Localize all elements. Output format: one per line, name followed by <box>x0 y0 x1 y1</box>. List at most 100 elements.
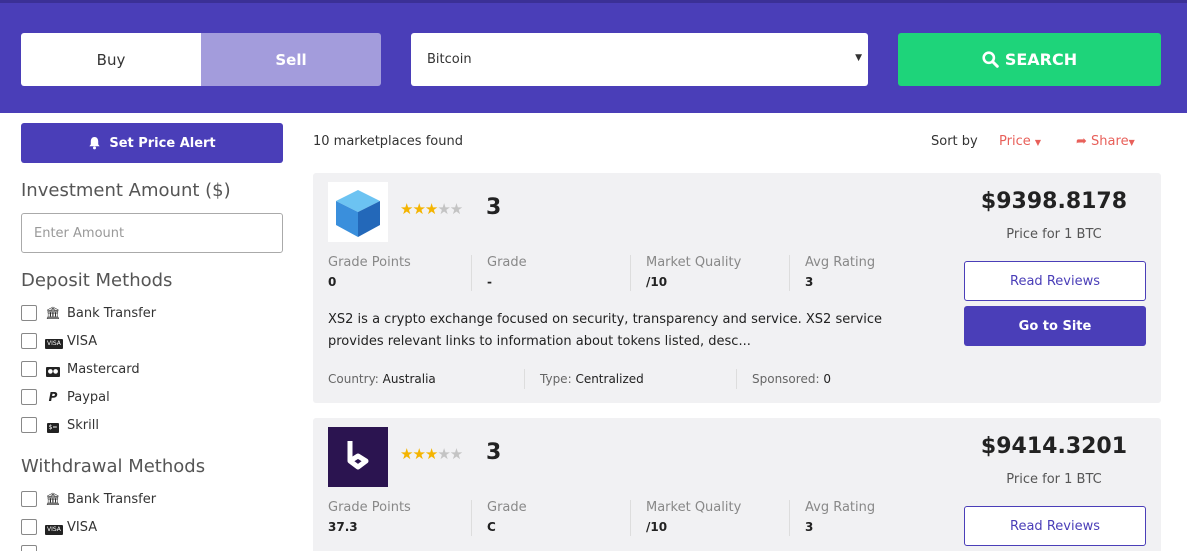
stat-value: /10 <box>646 275 668 289</box>
read-reviews-button[interactable]: Read Reviews <box>964 506 1146 546</box>
skrill-icon: $= <box>46 422 60 433</box>
grade: Grade - <box>487 255 527 289</box>
stat-value: /10 <box>646 520 668 534</box>
method-label: VISA <box>67 519 98 535</box>
checkbox[interactable] <box>21 305 37 321</box>
visa-card-icon: VISA <box>45 524 63 535</box>
deposit-bank-transfer[interactable]: 🏛 Bank Transfer <box>21 305 156 321</box>
investment-amount-title: Investment Amount ($) <box>21 180 231 201</box>
share-icon: ➦ <box>1076 134 1087 149</box>
method-label: Skrill <box>67 417 99 433</box>
avg-rating: Avg Rating 3 <box>805 255 875 289</box>
select-caret-icon: ▼ <box>855 53 862 63</box>
divider <box>789 255 790 291</box>
checkbox[interactable] <box>21 333 37 349</box>
stat-label: Market Quality <box>646 255 742 270</box>
stat-value: - <box>487 275 492 289</box>
deposit-visa[interactable]: VISA VISA <box>21 333 97 349</box>
stat-value: 3 <box>805 520 814 534</box>
set-price-alert-button[interactable]: Set Price Alert <box>21 123 283 163</box>
checkbox[interactable] <box>21 361 37 377</box>
withdrawal-visa[interactable]: VISA VISA <box>21 519 97 535</box>
sell-tab[interactable]: Sell <box>201 33 381 86</box>
caret-down-icon: ▼ <box>1128 138 1135 147</box>
bell-icon <box>89 136 100 150</box>
checkbox[interactable] <box>21 389 37 405</box>
price-unit: Price for 1 BTC <box>1006 227 1102 242</box>
meta-value: Australia <box>382 372 436 386</box>
search-icon <box>982 51 999 68</box>
rating-number: 3 <box>486 440 502 465</box>
sort-price-dropdown[interactable]: Price ▼ <box>999 134 1041 149</box>
checkbox[interactable] <box>21 519 37 535</box>
grade-points: Grade Points 0 <box>328 255 411 289</box>
stat-label: Avg Rating <box>805 500 876 515</box>
buy-tab[interactable]: Buy <box>21 33 201 86</box>
amount-input[interactable] <box>21 213 283 253</box>
divider <box>736 369 737 389</box>
search-button[interactable]: SEARCH <box>898 33 1161 86</box>
method-label: Bank Transfer <box>67 305 157 321</box>
country: Country: Australia <box>328 372 436 386</box>
star-rating: ★★★★★ <box>400 200 463 218</box>
exchange-logo <box>328 182 388 242</box>
checkbox[interactable] <box>21 417 37 433</box>
share-dropdown[interactable]: ➦ Share▼ <box>1076 134 1135 149</box>
sponsored: Sponsored: 0 <box>752 372 831 386</box>
checkbox[interactable] <box>21 491 37 507</box>
results-count: 10 marketplaces found <box>313 134 463 149</box>
type: Type: Centralized <box>540 372 644 386</box>
set-price-alert-label: Set Price Alert <box>109 135 216 151</box>
stat-value: C <box>487 520 496 534</box>
marketplace-card: ★★★★★ 3 Grade Points 0 Grade - Market Qu… <box>313 173 1161 403</box>
checkbox[interactable] <box>21 545 37 551</box>
sort-by-label: Sort by <box>931 134 978 149</box>
stat-value: 3 <box>805 275 814 289</box>
rating-number: 3 <box>486 195 502 220</box>
deposit-methods-title: Deposit Methods <box>21 270 173 291</box>
meta-label: Sponsored: <box>752 372 820 386</box>
top-search-bar: Buy Sell Bitcoin ▼ SEARCH <box>0 0 1187 113</box>
market-quality: Market Quality /10 <box>646 500 741 534</box>
meta-value: 0 <box>823 372 831 386</box>
go-to-site-button[interactable]: Go to Site <box>964 306 1146 346</box>
stat-value: 37.3 <box>328 520 358 534</box>
method-label: Mastercard <box>67 361 140 377</box>
coin-select[interactable]: Bitcoin ▼ <box>411 33 868 86</box>
grade: Grade C <box>487 500 527 534</box>
sort-value: Price <box>999 134 1031 149</box>
bank-icon: 🏛 <box>45 492 61 506</box>
divider <box>524 369 525 389</box>
search-button-label: SEARCH <box>1004 50 1078 69</box>
withdrawal-bank-transfer[interactable]: 🏛 Bank Transfer <box>21 491 156 507</box>
method-label: Bank Transfer <box>67 491 157 507</box>
grade-points: Grade Points 37.3 <box>328 500 411 534</box>
stat-label: Avg Rating <box>805 255 876 270</box>
deposit-mastercard[interactable]: ●● Mastercard <box>21 361 140 377</box>
meta-value: Centralized <box>575 372 644 386</box>
divider <box>630 500 631 536</box>
market-quality: Market Quality /10 <box>646 255 741 289</box>
price-unit: Price for 1 BTC <box>1006 472 1102 487</box>
stat-label: Grade Points <box>328 500 411 515</box>
deposit-skrill[interactable]: $= Skrill <box>21 417 99 433</box>
stat-label: Market Quality <box>646 500 742 515</box>
exchange-description: XS2 is a crypto exchange focused on secu… <box>328 312 883 349</box>
stat-label: Grade Points <box>328 255 411 270</box>
avg-rating: Avg Rating 3 <box>805 500 875 534</box>
star-rating: ★★★★★ <box>400 445 463 463</box>
withdrawal-next[interactable] <box>21 545 39 551</box>
stat-value: 0 <box>328 275 337 289</box>
method-label: Paypal <box>67 389 110 405</box>
deposit-paypal[interactable]: P Paypal <box>21 389 110 405</box>
divider <box>471 500 472 536</box>
caret-down-icon: ▼ <box>1034 138 1042 147</box>
meta-label: Country: <box>328 372 379 386</box>
bank-icon: 🏛 <box>45 306 61 320</box>
visa-card-icon: VISA <box>45 338 63 349</box>
share-label: Share <box>1091 134 1129 149</box>
read-reviews-button[interactable]: Read Reviews <box>964 261 1146 301</box>
exchange-logo <box>328 427 388 487</box>
stat-label: Grade <box>487 500 527 515</box>
withdrawal-methods-title: Withdrawal Methods <box>21 456 206 477</box>
